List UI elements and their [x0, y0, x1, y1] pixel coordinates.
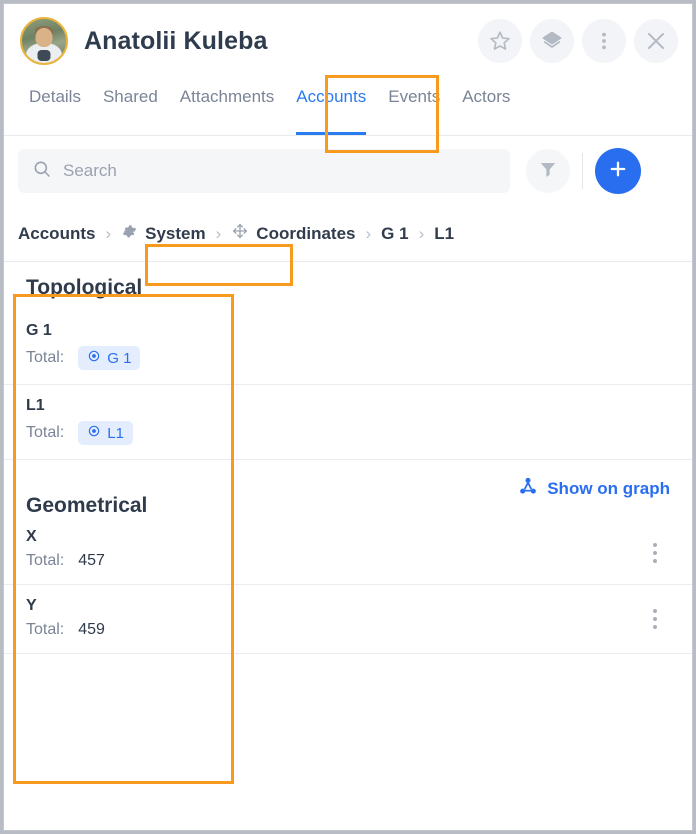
search-box[interactable] [18, 149, 510, 193]
show-on-graph-link[interactable]: Show on graph [518, 476, 670, 501]
search-toolbar [4, 136, 692, 206]
breadcrumb-separator: › [365, 223, 372, 243]
gear-icon [121, 223, 138, 245]
more-options-button[interactable] [582, 19, 626, 63]
row-total-label: Total: [26, 424, 65, 441]
dot [653, 551, 657, 555]
breadcrumb-label: G 1 [381, 223, 409, 243]
row-total: Total: L1 [26, 415, 670, 459]
row-name: Y [26, 597, 37, 614]
tab-events[interactable]: Events [377, 78, 451, 135]
plus-icon [606, 157, 630, 186]
breadcrumb-separator: › [215, 223, 222, 243]
more-vertical-icon [592, 29, 616, 53]
tab-active-underline [296, 132, 367, 135]
panel-header: Anatolii Kuleba [4, 4, 692, 78]
tab-actors[interactable]: Actors [451, 78, 521, 135]
row-total-label: Total: [26, 349, 65, 366]
search-icon [32, 159, 52, 184]
accounts-content: Topological G 1 Total: G 1 L1 Total: L1 … [4, 262, 692, 654]
section-topological: Topological G 1 Total: G 1 L1 Total: L1 [4, 262, 692, 460]
row-total: Total: 457 [26, 546, 670, 584]
dot [653, 559, 657, 563]
tab-accounts[interactable]: Accounts [285, 78, 377, 135]
row-total-label: Total: [26, 552, 65, 569]
close-button[interactable] [634, 19, 678, 63]
tab-label: Attachments [179, 87, 275, 106]
favorite-button[interactable] [478, 19, 522, 63]
filter-funnel-icon [537, 158, 559, 185]
row-total: Total: 459 [26, 615, 670, 653]
breadcrumb-item-l1[interactable]: L1 [434, 220, 454, 248]
breadcrumb-separator: › [105, 223, 112, 243]
layers-button[interactable] [530, 19, 574, 63]
detail-panel-window: Anatolii Kuleba Details Shared Attachmen… [3, 3, 693, 831]
breadcrumb-separator: › [418, 223, 425, 243]
favorite-star-icon [488, 29, 512, 53]
layers-icon [540, 29, 564, 53]
user-avatar[interactable] [20, 17, 68, 65]
chip-label: L1 [107, 424, 124, 442]
breadcrumb-item-system[interactable]: System [121, 219, 206, 249]
breadcrumb-label: System [145, 223, 206, 243]
breadcrumb-item-g1[interactable]: G 1 [381, 220, 408, 248]
tab-shared[interactable]: Shared [92, 78, 169, 135]
move-arrows-icon [231, 222, 249, 245]
section-geometrical: Geometrical Show on graph X Total: 457 Y… [4, 460, 692, 654]
row-total-value: 457 [78, 552, 105, 569]
header-actions [478, 19, 678, 63]
target-dot-icon [87, 349, 101, 367]
row-name: G 1 [26, 322, 52, 339]
graph-node-icon [518, 476, 538, 501]
close-icon [643, 28, 669, 54]
row-name: X [26, 528, 37, 545]
breadcrumb-label: L1 [434, 223, 455, 243]
breadcrumb-label: Coordinates [256, 223, 356, 243]
dot [653, 543, 657, 547]
row-total: Total: G 1 [26, 340, 670, 384]
breadcrumb: Accounts › System › Coordinates › G 1 › … [4, 206, 692, 262]
section-title: Topological [26, 276, 143, 299]
value-chip[interactable]: G 1 [78, 346, 141, 370]
avatar-face-shape [35, 27, 53, 47]
dot [653, 609, 657, 613]
table-row[interactable]: X Total: 457 [4, 522, 692, 585]
avatar-arm-shape [37, 50, 51, 61]
table-row[interactable]: Y Total: 459 [4, 585, 692, 654]
dot [653, 625, 657, 629]
row-name: L1 [26, 397, 45, 414]
show-on-graph-label: Show on graph [547, 478, 670, 498]
row-total-label: Total: [26, 621, 65, 638]
tab-label: Details [29, 87, 81, 106]
row-more-options-button[interactable] [644, 541, 666, 565]
table-row[interactable]: L1 Total: L1 [4, 385, 692, 460]
chip-label: G 1 [107, 349, 132, 367]
page-title: Anatolii Kuleba [84, 26, 268, 55]
dot [653, 617, 657, 621]
tab-label: Shared [102, 87, 158, 106]
tab-details[interactable]: Details [18, 78, 92, 135]
target-dot-icon [87, 424, 101, 442]
row-more-options-button[interactable] [644, 607, 666, 631]
toolbar-divider [582, 153, 583, 189]
add-button[interactable] [595, 148, 641, 194]
filter-button[interactable] [526, 149, 570, 193]
row-total-value: 459 [78, 621, 105, 638]
search-input[interactable] [63, 161, 496, 181]
tab-label: Actors [462, 87, 511, 106]
breadcrumb-label: Accounts [18, 223, 96, 243]
table-row[interactable]: G 1 Total: G 1 [4, 300, 692, 385]
tab-label: Accounts [296, 87, 367, 106]
value-chip[interactable]: L1 [78, 421, 133, 445]
breadcrumb-item-coordinates[interactable]: Coordinates [231, 218, 355, 249]
tab-attachments[interactable]: Attachments [169, 78, 286, 135]
breadcrumb-item-accounts[interactable]: Accounts [18, 220, 95, 248]
tab-label: Events [388, 87, 441, 106]
tab-bar: Details Shared Attachments Accounts Even… [4, 78, 692, 136]
